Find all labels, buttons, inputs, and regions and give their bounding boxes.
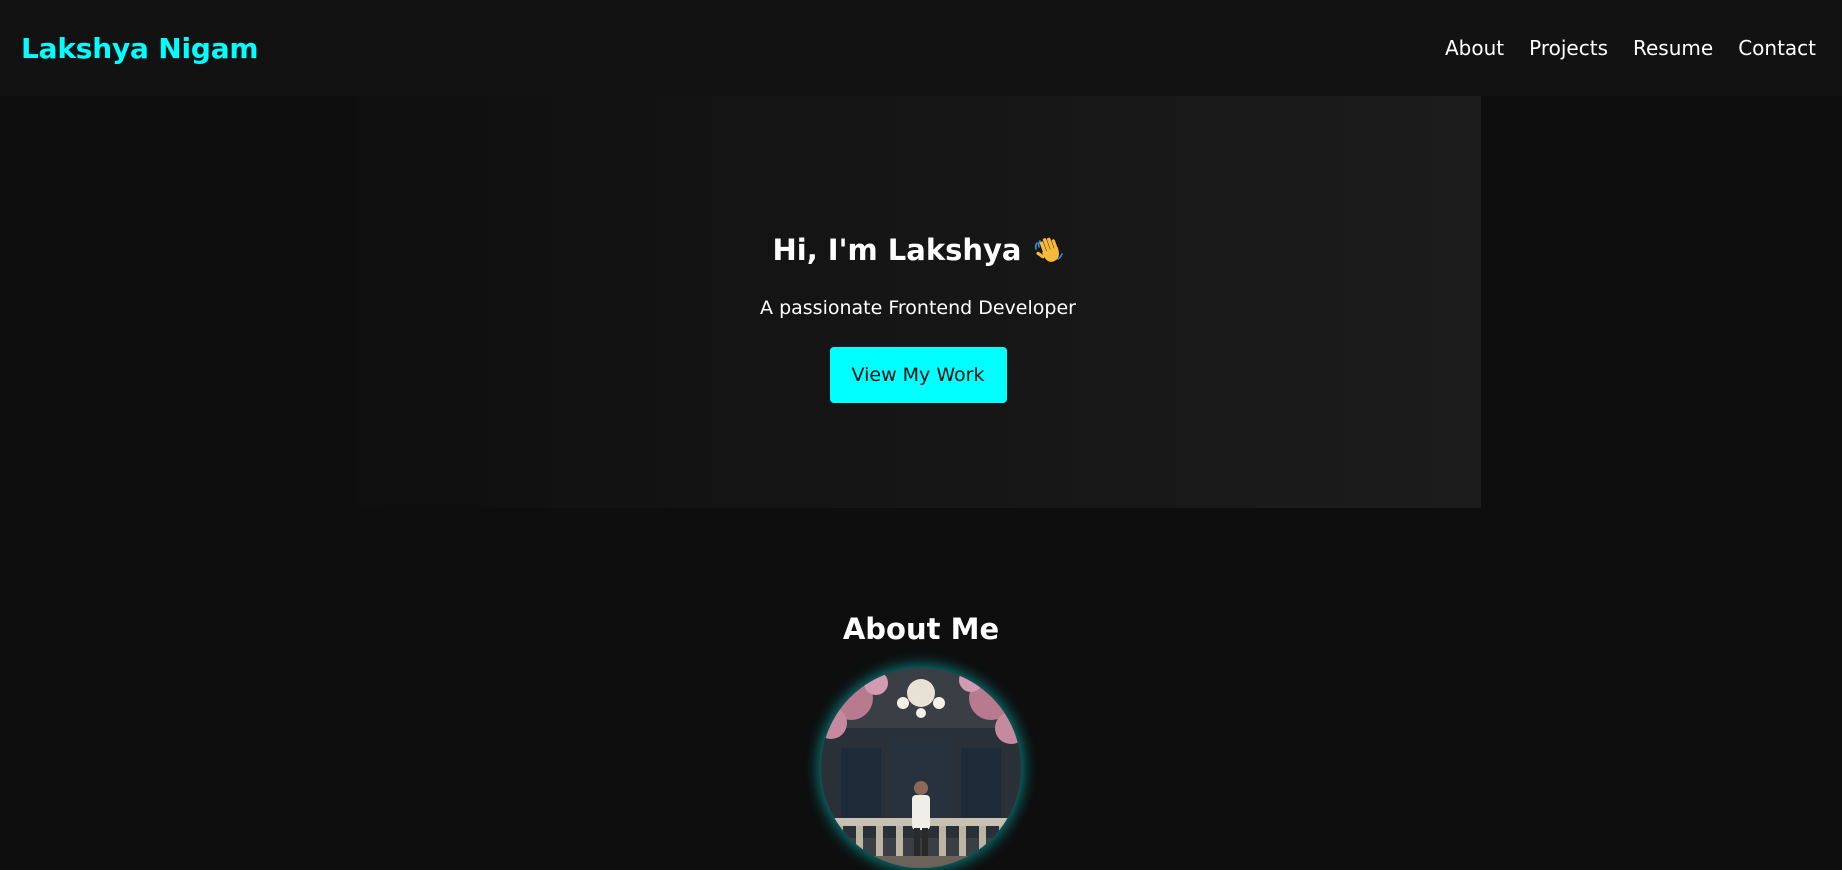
hero-subtitle: A passionate Frontend Developer <box>760 297 1076 320</box>
nav-link-contact[interactable]: Contact <box>1738 36 1816 60</box>
waving-hand-icon <box>1034 235 1064 265</box>
about-title: About Me <box>842 612 1000 646</box>
nav-links: About Projects Resume Contact <box>1445 36 1816 60</box>
hero-section: Hi, I'm Lakshya A passionate Frontend De… <box>355 96 1481 508</box>
navbar: Lakshya Nigam About Projects Resume Cont… <box>0 0 1842 96</box>
hero-title: Hi, I'm Lakshya <box>772 230 1063 270</box>
nav-link-projects[interactable]: Projects <box>1529 36 1608 60</box>
brand-logo[interactable]: Lakshya Nigam <box>21 32 259 65</box>
nav-link-about[interactable]: About <box>1445 36 1504 60</box>
nav-link-resume[interactable]: Resume <box>1633 36 1713 60</box>
profile-photo-icon <box>821 668 1021 868</box>
about-section: About Me <box>0 612 1842 868</box>
hero-title-text: Hi, I'm Lakshya <box>772 233 1022 267</box>
view-my-work-button[interactable]: View My Work <box>829 347 1007 404</box>
avatar <box>821 668 1021 868</box>
